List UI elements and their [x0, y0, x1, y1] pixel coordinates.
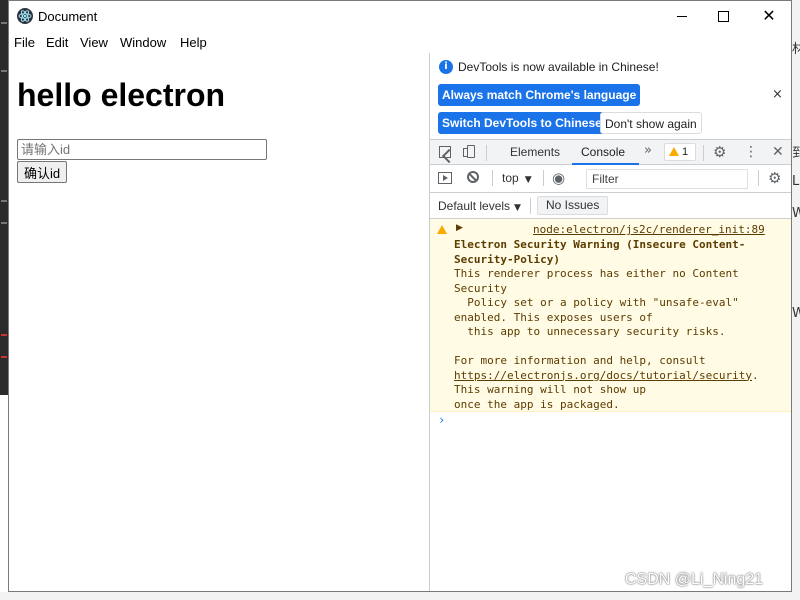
warning-count: 1: [682, 146, 689, 158]
inspect-element-icon[interactable]: [439, 146, 457, 164]
desktop-mark: [1, 334, 7, 336]
divider: [758, 170, 759, 186]
divider: [530, 198, 531, 214]
desktop-background-bottom: [0, 592, 800, 600]
close-button[interactable]: ✕: [746, 1, 791, 31]
show-sidebar-icon[interactable]: [438, 172, 452, 184]
dont-show-again-button[interactable]: Don't show again: [600, 112, 702, 134]
desktop-background-left: [0, 0, 8, 395]
desktop-glyph: W: [792, 206, 800, 221]
warning-text: Electron Security Warning (Insecure Cont…: [454, 238, 789, 412]
maximize-icon: [718, 11, 729, 22]
log-levels-bar: Default levels ▼ No Issues: [430, 193, 791, 219]
minimize-button[interactable]: [659, 1, 705, 31]
more-tabs-icon[interactable]: »: [644, 143, 652, 158]
menu-bar: File Edit View Window Help: [9, 31, 791, 53]
language-banner: i DevTools is now available in Chinese! …: [430, 53, 791, 137]
console-prompt-icon[interactable]: ›: [438, 413, 445, 427]
page-heading: hello electron: [17, 77, 226, 113]
warnings-badge[interactable]: 1: [664, 143, 696, 161]
info-icon: i: [439, 60, 453, 74]
tab-console[interactable]: Console: [581, 145, 625, 159]
settings-gear-icon[interactable]: ⚙: [713, 143, 726, 161]
desktop-glyph: 材: [792, 42, 800, 57]
desktop-mark: [1, 70, 7, 72]
menu-file[interactable]: File: [14, 35, 35, 50]
more-options-icon[interactable]: ⋮: [744, 143, 758, 161]
divider: [543, 170, 544, 186]
console-settings-icon[interactable]: ⚙: [768, 169, 781, 187]
title-bar[interactable]: Document ✕: [9, 1, 791, 31]
menu-help[interactable]: Help: [180, 35, 207, 50]
menu-window[interactable]: Window: [120, 35, 166, 50]
confirm-id-button[interactable]: 确认id: [17, 161, 68, 183]
desktop-mark: [1, 222, 7, 224]
watermark: CSDN @Li_Ning21: [625, 571, 764, 588]
chevron-down-icon: ▼: [524, 175, 532, 185]
desktop-mark: [1, 22, 7, 24]
desktop-glyph: W: [792, 306, 800, 321]
console-warning-message: ▶ node:electron/js2c/renderer_init:89 El…: [430, 219, 791, 412]
switch-to-chinese-button[interactable]: Switch DevTools to Chinese: [438, 112, 606, 134]
source-location-link[interactable]: node:electron/js2c/renderer_init:89: [533, 223, 765, 236]
warning-title: Electron Security Warning (Insecure Cont…: [454, 238, 746, 266]
maximize-button[interactable]: [700, 1, 746, 31]
close-icon: ✕: [762, 6, 776, 25]
desktop-background-right: 材 到 L W W: [792, 0, 800, 600]
warning-icon: [437, 225, 447, 234]
close-devtools-icon[interactable]: ✕: [772, 143, 784, 161]
divider: [492, 170, 493, 186]
warning-description: This renderer process has either no Cont…: [454, 267, 739, 367]
devtools-tab-bar: Elements Console » 1 ⚙ ⋮ ✕: [430, 139, 791, 165]
id-input[interactable]: [17, 139, 267, 160]
tab-elements[interactable]: Elements: [510, 145, 560, 159]
banner-message: DevTools is now available in Chinese!: [458, 60, 659, 74]
page-content: hello electron 确认id: [9, 53, 429, 591]
menu-edit[interactable]: Edit: [46, 35, 68, 50]
live-expression-eye-icon[interactable]: ◉: [552, 169, 565, 187]
security-docs-link[interactable]: https://electronjs.org/docs/tutorial/sec…: [454, 369, 752, 382]
log-levels-label: Default levels: [438, 199, 511, 213]
clear-console-icon[interactable]: [467, 171, 479, 183]
console-filter-input[interactable]: [586, 169, 748, 189]
window-title: Document: [38, 9, 98, 24]
always-match-language-button[interactable]: Always match Chrome's language: [438, 84, 641, 106]
desktop-glyph: L: [792, 174, 800, 189]
log-levels-dropdown[interactable]: Default levels ▼: [438, 199, 521, 213]
context-selector[interactable]: top ▼: [502, 171, 532, 185]
minimize-icon: [677, 16, 687, 17]
device-toolbar-icon[interactable]: [463, 145, 477, 159]
menu-view[interactable]: View: [80, 35, 108, 50]
warning-icon: [669, 147, 679, 156]
expand-arrow-icon[interactable]: ▶: [456, 223, 463, 233]
devtools-panel: i DevTools is now available in Chinese! …: [429, 53, 791, 591]
app-window: Document ✕ File Edit View Window Help he…: [8, 0, 792, 592]
banner-close-icon[interactable]: ×: [772, 87, 783, 102]
issues-button[interactable]: No Issues: [537, 196, 609, 215]
desktop-mark: [1, 200, 7, 202]
desktop-mark: [1, 356, 7, 358]
electron-icon: [17, 8, 33, 24]
console-toolbar: top ▼ ◉ ⚙: [430, 165, 791, 193]
divider: [486, 145, 487, 161]
context-value: top: [502, 171, 519, 185]
chevron-down-icon: ▼: [514, 203, 521, 213]
divider: [703, 145, 704, 161]
desktop-glyph: 到: [792, 146, 800, 161]
